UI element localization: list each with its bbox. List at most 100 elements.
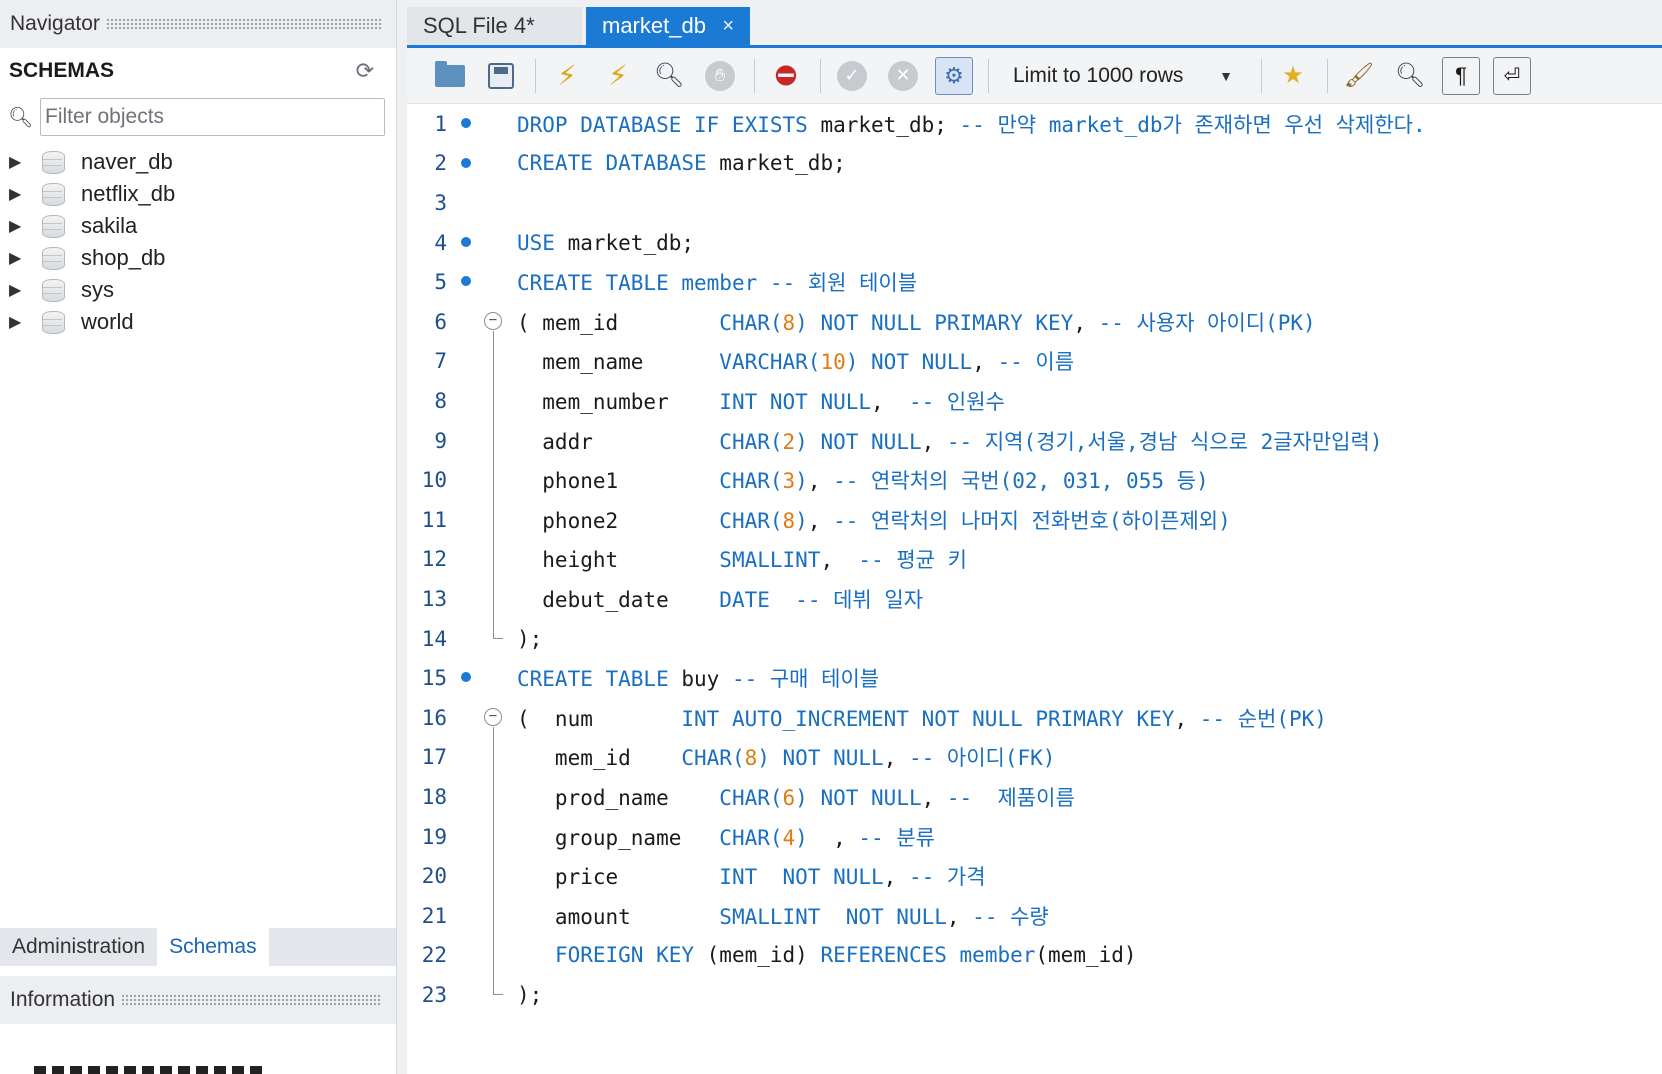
wrap-button[interactable]: ⏎ [1493, 56, 1531, 95]
save-button[interactable] [482, 57, 520, 95]
stop-button[interactable]: ✋︎ [701, 57, 739, 95]
sql-keyword: INT NOT NULL [719, 389, 872, 414]
sql-comment: -- 분류 [858, 825, 935, 850]
execute-current-button[interactable]: ⚡ [599, 57, 637, 95]
line-number: 13 [421, 586, 447, 611]
refresh-icon[interactable]: ⟳ [356, 58, 374, 84]
limit-rows-select[interactable]: Limit to 1000 rows ▼ [1001, 56, 1241, 96]
sql-keyword: CHAR( [719, 825, 783, 850]
line-number: 10 [421, 468, 447, 493]
code-line[interactable]: 4 USE market_db; [407, 223, 1662, 263]
open-file-button[interactable] [431, 57, 469, 95]
code-line[interactable]: 11 phone2 CHAR(8), -- 연락처의 나머지 전화번호(하이픈제… [407, 500, 1662, 540]
sql-number: 2 [782, 429, 796, 454]
sql-text: ( mem_id [517, 310, 720, 335]
expand-arrow-icon[interactable]: ▶ [9, 280, 39, 300]
expand-arrow-icon[interactable]: ▶ [9, 248, 39, 268]
statement-marker-icon [461, 157, 471, 168]
commit-button[interactable]: ✓ [833, 57, 871, 95]
code-line[interactable]: 6 −( mem_id CHAR(8) NOT NULL PRIMARY KEY,… [407, 302, 1662, 342]
sql-keyword: ) [795, 825, 808, 850]
tab-market-db[interactable]: market_db × [586, 7, 750, 45]
code-text: ); [517, 627, 542, 651]
code-line[interactable]: 7 mem_name VARCHAR(10) NOT NULL, -- 이름 [407, 342, 1662, 382]
sql-comment: -- 사용자 아이디(PK) [1098, 310, 1316, 335]
sql-comment: -- 순번(PK) [1199, 706, 1327, 731]
code-text: phone2 CHAR(8), -- 연락처의 나머지 전화번호(하이픈제외) [517, 505, 1230, 535]
find-button[interactable]: 🔍︎ [1391, 57, 1429, 95]
code-line[interactable]: 3 [407, 183, 1662, 223]
sql-text: mem_name [517, 350, 720, 375]
toggle-error-button[interactable]: ⛔︎ [767, 57, 805, 95]
code-editor[interactable]: 1 DROP DATABASE IF EXISTS market_db; -- 만… [407, 104, 1662, 1074]
schema-item[interactable]: ▶ netflix_db [0, 178, 396, 210]
sql-keyword: INT NOT NULL [719, 865, 884, 890]
schema-item[interactable]: ▶ naver_db [0, 146, 396, 178]
sql-number: 8 [782, 508, 796, 533]
sql-keyword: ) [795, 508, 808, 533]
code-line[interactable]: 21 amount SMALLINT NOT NULL, -- 수량 [407, 896, 1662, 936]
code-line[interactable]: 14); [407, 619, 1662, 659]
close-icon[interactable]: × [722, 15, 734, 38]
add-snippet-icon: ★ [1282, 62, 1304, 89]
code-line[interactable]: 10 phone1 CHAR(3), -- 연락처의 국번(02, 031, 0… [407, 460, 1662, 500]
sql-text: buy [668, 667, 732, 692]
sql-keyword: INT AUTO_INCREMENT NOT NULL PRIMARY KEY [681, 706, 1175, 731]
grip-dots[interactable] [105, 18, 382, 30]
invisible-chars-button[interactable]: ¶ [1442, 56, 1480, 95]
database-icon [39, 278, 67, 302]
code-text: CREATE TABLE buy -- 구매 테이블 [517, 663, 879, 693]
expand-arrow-icon[interactable]: ▶ [9, 216, 39, 236]
sql-keyword: member [681, 271, 758, 296]
code-line[interactable]: 1 DROP DATABASE IF EXISTS market_db; -- 만… [407, 104, 1662, 144]
code-line[interactable]: 8 mem_number INT NOT NULL, -- 인원수 [407, 381, 1662, 421]
line-number: 18 [421, 784, 447, 809]
execute-button[interactable]: ⚡ [548, 57, 586, 95]
sql-text: , [1073, 310, 1099, 335]
tab-administration[interactable]: Administration [0, 928, 157, 966]
information-text-cutoff [34, 1066, 264, 1074]
code-line[interactable]: 9 addr CHAR(2) NOT NULL, -- 지역(경기,서울,경남 … [407, 421, 1662, 461]
line-number: 14 [421, 626, 447, 651]
code-text: ( mem_id CHAR(8) NOT NULL PRIMARY KEY, -… [517, 307, 1316, 337]
code-line[interactable]: 15 CREATE TABLE buy -- 구매 테이블 [407, 658, 1662, 698]
filter-objects-input[interactable] [40, 98, 385, 136]
code-text: USE market_db; [517, 231, 694, 255]
fold-guide [493, 727, 494, 995]
collapse-fold-icon[interactable]: − [484, 312, 502, 330]
statement-marker-icon [461, 672, 471, 683]
code-line[interactable]: 20 price INT NOT NULL, -- 가격 [407, 856, 1662, 896]
tab-sql-file-4[interactable]: SQL File 4* [407, 7, 582, 45]
grip-dots[interactable] [121, 994, 382, 1006]
code-line[interactable]: 13 debut_date DATE -- 데뷔 일자 [407, 579, 1662, 619]
code-line[interactable]: 23); [407, 975, 1662, 1015]
expand-arrow-icon[interactable]: ▶ [9, 312, 39, 332]
code-line[interactable]: 12 height SMALLINT, -- 평균 키 [407, 540, 1662, 580]
rollback-button[interactable]: ✕ [884, 57, 922, 95]
code-line[interactable]: 18 prod_name CHAR(6) NOT NULL, -- 제품이름 [407, 777, 1662, 817]
code-line[interactable]: 5 CREATE TABLE member -- 회원 테이블 [407, 262, 1662, 302]
sql-text: , [946, 904, 973, 929]
expand-arrow-icon[interactable]: ▶ [9, 184, 39, 204]
code-line[interactable]: 2 CREATE DATABASE market_db; [407, 144, 1662, 184]
schema-item[interactable]: ▶ sys [0, 274, 396, 306]
execute-icon: ⚡ [557, 60, 577, 91]
beautify-button[interactable]: 🖌︎ [1340, 57, 1378, 95]
autocommit-toggle[interactable]: ⚙︎ [935, 56, 973, 95]
sql-keyword: ) [795, 469, 808, 494]
code-line[interactable]: 17 mem_id CHAR(8) NOT NULL, -- 아이디(FK) [407, 738, 1662, 778]
schemas-title: SCHEMAS [9, 59, 115, 82]
sql-keyword: CHAR( [719, 785, 783, 810]
expand-arrow-icon[interactable]: ▶ [9, 152, 39, 172]
tab-schemas[interactable]: Schemas [157, 928, 269, 966]
code-line[interactable]: 19 group_name CHAR(4) , -- 분류 [407, 817, 1662, 857]
schema-item[interactable]: ▶ shop_db [0, 242, 396, 274]
add-snippet-button[interactable]: ★ [1274, 57, 1312, 95]
code-line[interactable]: 22 FOREIGN KEY (mem_id) REFERENCES membe… [407, 936, 1662, 976]
schema-item[interactable]: ▶ sakila [0, 210, 396, 242]
schema-item[interactable]: ▶ world [0, 306, 396, 338]
explain-button[interactable]: 🔍︎ [650, 57, 688, 95]
code-line[interactable]: 16 −( num INT AUTO_INCREMENT NOT NULL PRI… [407, 698, 1662, 738]
collapse-fold-icon[interactable]: − [484, 708, 502, 726]
sql-keyword: CHAR( [719, 310, 783, 335]
